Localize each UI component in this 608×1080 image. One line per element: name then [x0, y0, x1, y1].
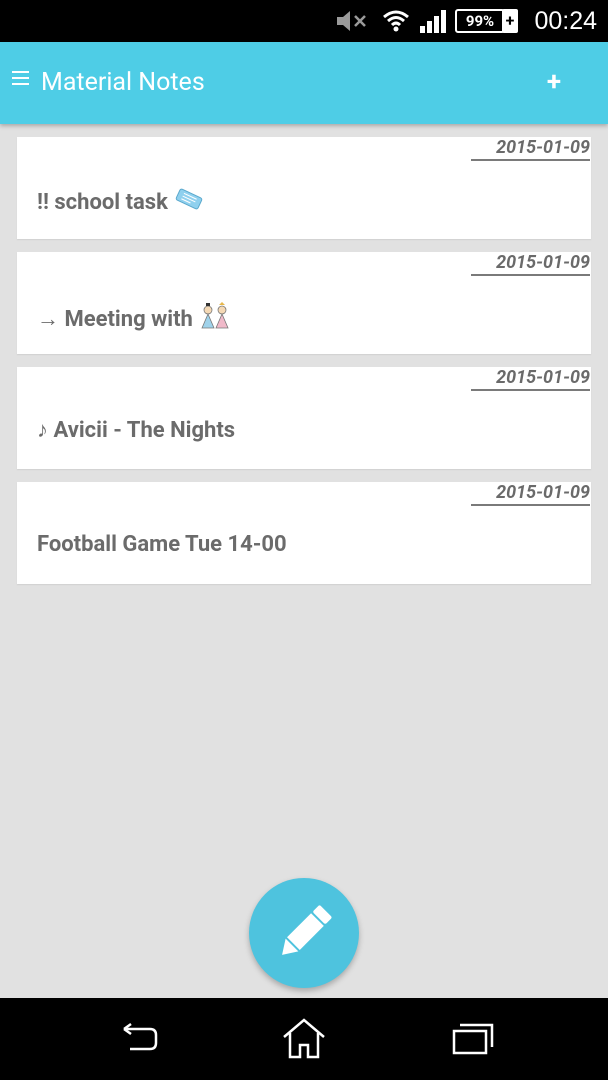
add-note-button[interactable]: + [530, 58, 578, 106]
note-title: Football Game Tue 14-00 [37, 532, 287, 557]
notes-list: 2015-01-09 !! school task 2015-01-09 → M… [17, 137, 591, 597]
battery-indicator: 99% [455, 9, 505, 33]
pencil-icon [282, 905, 332, 955]
recent-apps-icon[interactable] [440, 1010, 504, 1068]
note-date: 2015-01-09 [471, 252, 590, 276]
note-card[interactable]: 2015-01-09 → Meeting with [17, 252, 591, 354]
note-date: 2015-01-09 [471, 367, 590, 391]
note-title: ♪ Avicii - The Nights [37, 418, 236, 443]
back-icon[interactable] [104, 1010, 168, 1068]
status-bar: 99% + 00:24 [0, 0, 608, 42]
mute-icon [334, 0, 370, 42]
note-date: 2015-01-09 [471, 482, 590, 506]
note-title: → Meeting with [37, 307, 193, 332]
note-title-row: Football Game Tue 14-00 [37, 532, 287, 557]
menu-icon[interactable] [12, 71, 29, 85]
note-card[interactable]: 2015-01-09 !! school task [17, 137, 591, 239]
note-title-row: → Meeting with [37, 302, 231, 336]
charging-icon: + [502, 9, 518, 33]
home-icon[interactable] [272, 1010, 336, 1068]
wifi-icon [381, 0, 411, 42]
navigation-bar [0, 998, 608, 1080]
note-card[interactable]: 2015-01-09 Football Game Tue 14-00 [17, 482, 591, 584]
new-note-fab-button[interactable] [249, 878, 359, 988]
note-title: !! school task [37, 189, 168, 215]
status-time: 00:24 [534, 7, 597, 35]
signal-icon [418, 0, 448, 42]
note-date: 2015-01-09 [471, 137, 590, 161]
app-title: Material Notes [41, 68, 205, 97]
ticket-emoji-icon [174, 187, 204, 217]
dolls-emoji-icon [199, 302, 231, 336]
app-bar: Material Notes + [0, 42, 608, 124]
note-title-row: ♪ Avicii - The Nights [37, 417, 235, 443]
note-title-row: !! school task [37, 187, 204, 217]
note-card[interactable]: 2015-01-09 ♪ Avicii - The Nights [17, 367, 591, 469]
